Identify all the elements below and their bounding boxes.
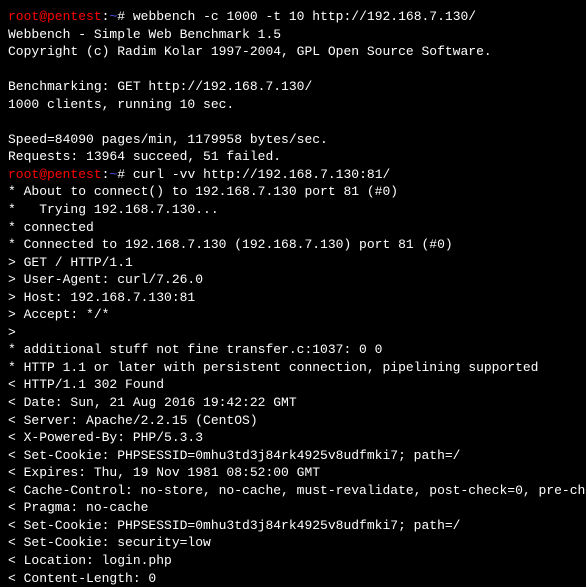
output-line: [8, 61, 578, 79]
output-line: < Location: login.php: [8, 552, 578, 570]
terminal-output[interactable]: root@pentest:~# webbench -c 1000 -t 10 h…: [8, 8, 578, 587]
output-line: < Server: Apache/2.2.15 (CentOS): [8, 412, 578, 430]
output-line: < Expires: Thu, 19 Nov 1981 08:52:00 GMT: [8, 464, 578, 482]
output-line: < Date: Sun, 21 Aug 2016 19:42:22 GMT: [8, 394, 578, 412]
output-line: 1000 clients, running 10 sec.: [8, 96, 578, 114]
output-line: >: [8, 324, 578, 342]
output-line: < HTTP/1.1 302 Found: [8, 376, 578, 394]
output-line: * HTTP 1.1 or later with persistent conn…: [8, 359, 578, 377]
output-line: Requests: 13964 succeed, 51 failed.: [8, 148, 578, 166]
output-line: < Pragma: no-cache: [8, 499, 578, 517]
output-line: > User-Agent: curl/7.26.0: [8, 271, 578, 289]
prompt-user: root@pentest: [8, 167, 102, 182]
output-line: < Set-Cookie: PHPSESSID=0mhu3td3j84rk492…: [8, 517, 578, 535]
output-line: < Set-Cookie: security=low: [8, 534, 578, 552]
output-line: * Connected to 192.168.7.130 (192.168.7.…: [8, 236, 578, 254]
output-line: < Content-Length: 0: [8, 570, 578, 587]
prompt-line: root@pentest:~# curl -vv http://192.168.…: [8, 166, 578, 184]
output-line: Copyright (c) Radim Kolar 1997-2004, GPL…: [8, 43, 578, 61]
output-line: > Accept: */*: [8, 306, 578, 324]
output-line: Benchmarking: GET http://192.168.7.130/: [8, 78, 578, 96]
output-line: > Host: 192.168.7.130:81: [8, 289, 578, 307]
output-line: < X-Powered-By: PHP/5.3.3: [8, 429, 578, 447]
output-line: * About to connect() to 192.168.7.130 po…: [8, 183, 578, 201]
output-line: [8, 113, 578, 131]
command-text: # curl -vv http://192.168.7.130:81/: [117, 167, 390, 182]
output-line: < Cache-Control: no-store, no-cache, mus…: [8, 482, 578, 500]
output-line: Speed=84090 pages/min, 1179958 bytes/sec…: [8, 131, 578, 149]
output-line: * Trying 192.168.7.130...: [8, 201, 578, 219]
prompt-line: root@pentest:~# webbench -c 1000 -t 10 h…: [8, 8, 578, 26]
output-line: * connected: [8, 219, 578, 237]
output-line: Webbench - Simple Web Benchmark 1.5: [8, 26, 578, 44]
output-line: > GET / HTTP/1.1: [8, 254, 578, 272]
prompt-user: root@pentest: [8, 9, 102, 24]
output-line: < Set-Cookie: PHPSESSID=0mhu3td3j84rk492…: [8, 447, 578, 465]
command-text: # webbench -c 1000 -t 10 http://192.168.…: [117, 9, 476, 24]
output-line: * additional stuff not fine transfer.c:1…: [8, 341, 578, 359]
